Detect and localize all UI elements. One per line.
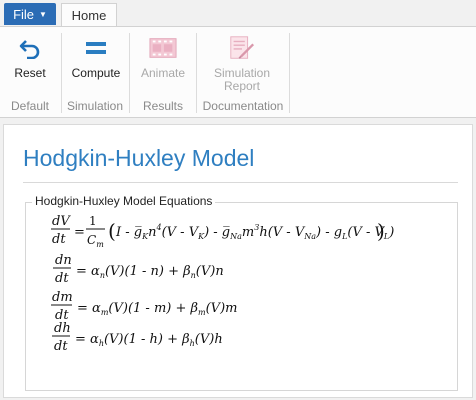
svg-text:I - g̅Kn4(V - VK) - g̅Nam3h(V: I - g̅Kn4(V - VK) - g̅Nam3h(V - VNa) - g…	[115, 223, 394, 241]
svg-text:dm: dm	[52, 290, 73, 305]
ribbon-group-label-simulation: Simulation	[66, 99, 124, 113]
equals-icon	[82, 35, 110, 61]
equation-n-gating: dn dt = αn(V)(1 - n) + βn(V)n	[53, 253, 224, 286]
svg-text:= αm(V)(1 - m) + βm(V)m: = αm(V)(1 - m) + βm(V)m	[77, 301, 237, 317]
compute-button-label: Compute	[71, 66, 121, 80]
report-document-icon	[228, 35, 256, 61]
svg-text:dt: dt	[54, 339, 68, 354]
svg-text:= αn(V)(1 - n) + βn(V)n: = αn(V)(1 - n) + βn(V)n	[76, 264, 224, 280]
svg-text:dn: dn	[55, 253, 72, 268]
svg-text:1: 1	[89, 214, 97, 228]
ribbon-group-default: Reset Default	[0, 27, 60, 117]
simulation-report-button[interactable]: Simulation Report	[201, 33, 283, 93]
home-tab-label: Home	[71, 7, 107, 23]
chevron-down-icon: ▼	[39, 9, 47, 19]
app-content-panel: Hodgkin-Huxley Model Hodgkin-Huxley Mode…	[3, 124, 473, 398]
equation-h-gating: dh dt = αh(V)(1 - h) + βh(V)h	[52, 321, 223, 354]
ribbon-group-documentation: Simulation Report Documentation	[197, 27, 289, 117]
svg-text:dV: dV	[52, 214, 71, 229]
equation-m-gating: dm dt = αm(V)(1 - m) + βm(V)m	[51, 290, 237, 323]
film-strip-icon	[149, 35, 177, 61]
equations-display: dV dt = 1 Cm ( I - g̅Kn4(V - VK) - g̅Nam…	[51, 214, 394, 354]
svg-text:dt: dt	[55, 271, 69, 286]
svg-text:(: (	[108, 219, 116, 243]
ribbon-toolbar: Reset Default Compute Simulation Animate…	[0, 26, 476, 118]
simulation-report-label-line2: Report	[223, 79, 261, 93]
reset-button-label: Reset	[14, 66, 46, 80]
ribbon-group-results: Animate Results	[130, 27, 196, 117]
svg-text:dt: dt	[52, 232, 66, 247]
tab-home[interactable]: Home	[61, 3, 117, 26]
reset-button[interactable]: Reset	[10, 33, 50, 80]
equation-membrane-potential: dV dt = 1 Cm ( I - g̅Kn4(V - VK) - g̅Nam…	[51, 214, 394, 249]
simulation-report-button-label: Simulation Report	[214, 67, 270, 93]
file-tab-label: File	[13, 6, 35, 22]
animate-button-label: Animate	[140, 66, 186, 80]
ribbon-separator	[289, 33, 290, 113]
ribbon-group-simulation: Compute Simulation	[62, 27, 128, 117]
ribbon-tab-strip: File ▼ Home	[0, 0, 476, 26]
compute-button[interactable]: Compute	[66, 33, 126, 80]
svg-text:dh: dh	[54, 321, 71, 336]
ribbon-group-label-documentation: Documentation	[202, 99, 284, 113]
svg-text:=: =	[74, 225, 85, 240]
animate-button[interactable]: Animate	[136, 33, 190, 80]
file-menu-tab[interactable]: File ▼	[4, 3, 56, 25]
svg-text:= αh(V)(1 - h) + βh(V)h: = αh(V)(1 - h) + βh(V)h	[75, 332, 223, 348]
ribbon-group-label-results: Results	[142, 99, 183, 113]
undo-arrow-icon	[16, 35, 44, 61]
ribbon-group-label-default: Default	[10, 99, 50, 113]
svg-text:): )	[377, 219, 385, 243]
svg-text:Cm: Cm	[87, 233, 104, 249]
